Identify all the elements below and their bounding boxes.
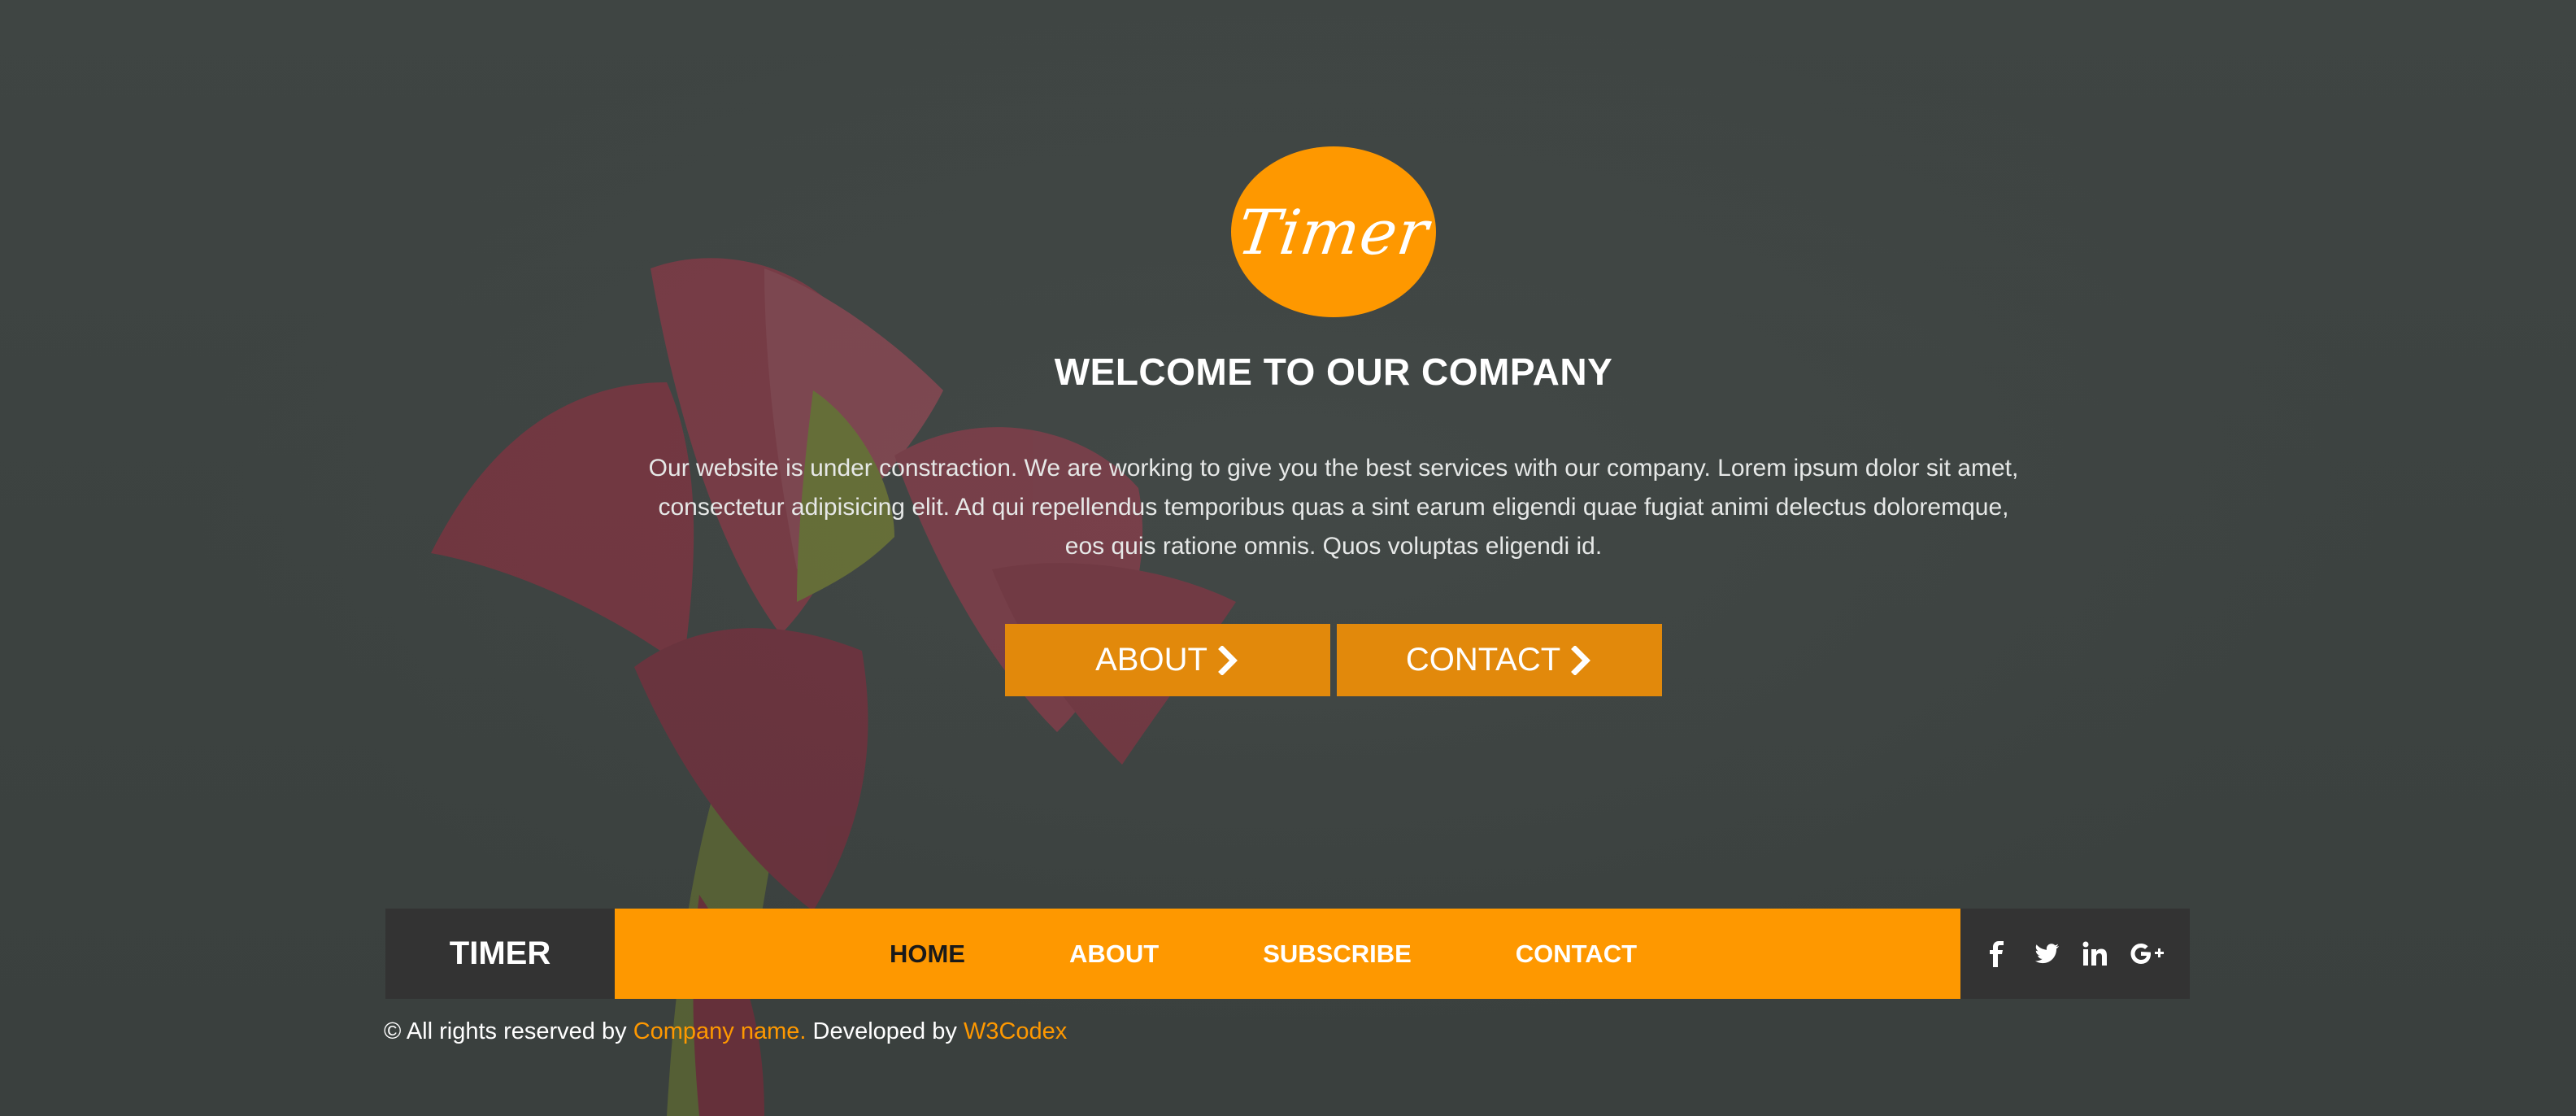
nav-item-contact[interactable]: CONTACT (1516, 939, 1637, 969)
facebook-icon[interactable] (1984, 940, 2012, 968)
hero-title: WELCOME TO OUR COMPANY (1054, 351, 1613, 393)
nav-item-about[interactable]: ABOUT (1069, 939, 1159, 969)
main-navbar: TIMER HOME ABOUT SUBSCRIBE CONTACT (385, 909, 2190, 999)
navbar-brand[interactable]: TIMER (385, 909, 615, 999)
linkedin-icon[interactable] (2082, 940, 2109, 968)
google-plus-icon[interactable] (2130, 940, 2166, 968)
twitter-icon[interactable] (2033, 940, 2060, 968)
footer-prefix-text: All rights reserved by (406, 1018, 627, 1044)
nav-item-subscribe[interactable]: SUBSCRIBE (1263, 939, 1412, 969)
footer-copyright: © All rights reserved by Company name. D… (384, 1018, 1067, 1045)
navbar-menu: HOME ABOUT SUBSCRIBE CONTACT (615, 909, 1960, 999)
developer-link[interactable]: W3Codex (964, 1018, 1067, 1044)
copyright-symbol: © (384, 1018, 402, 1044)
logo-text: Timer (1234, 195, 1434, 268)
about-button-label: ABOUT (1095, 642, 1208, 678)
chevron-right-icon (1571, 645, 1591, 675)
hero-description: Our website is under constraction. We ar… (648, 455, 2019, 560)
social-links (1960, 909, 2190, 999)
chevron-right-icon (1217, 645, 1238, 675)
logo-badge: Timer (1231, 146, 1436, 317)
contact-button-label: CONTACT (1405, 642, 1561, 678)
company-name-link[interactable]: Company name. (633, 1018, 807, 1044)
nav-item-home[interactable]: HOME (890, 939, 965, 969)
footer-developed-by-text: Developed by (812, 1018, 957, 1044)
about-button[interactable]: ABOUT (1005, 624, 1330, 696)
contact-button[interactable]: CONTACT (1337, 624, 1662, 696)
